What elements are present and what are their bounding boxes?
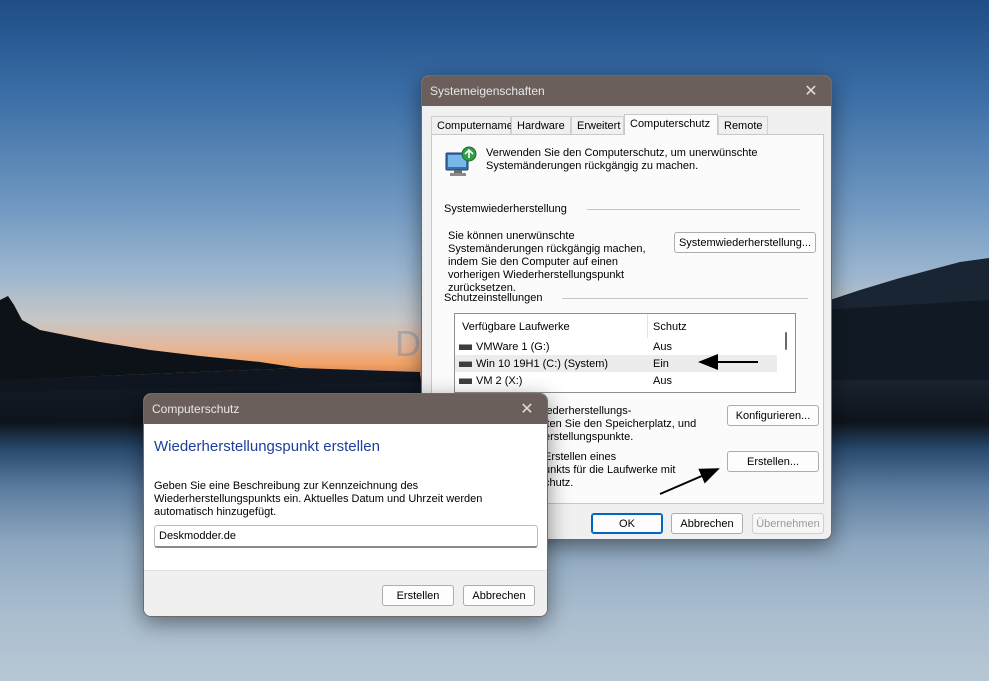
dialog-cancel-button[interactable]: Abbrechen [463, 585, 535, 606]
drive-icon [459, 360, 472, 367]
drive-row-selected[interactable]: Win 10 19H1 (C:) (System) Ein [455, 355, 777, 372]
dialog-heading: Wiederherstellungspunkt erstellen [154, 438, 380, 455]
restore-point-description-input[interactable]: Deskmodder.de [154, 525, 538, 548]
tab-erweitert[interactable]: Erweitert [571, 116, 624, 135]
dialog-title: Computerschutz [152, 402, 240, 416]
window-title: Systemeigenschaften [430, 84, 545, 98]
dialog-footer: Erstellen Abbrechen [144, 570, 547, 616]
drive-name: Win 10 19H1 (C:) (System) [476, 357, 609, 370]
drives-list[interactable]: Verfügbare Laufwerke Schutz VMWare 1 (G:… [454, 313, 796, 393]
intro-text: Verwenden Sie den Computerschutz, um une… [486, 147, 758, 172]
protection-settings-header: Schutzeinstellungen [444, 292, 808, 304]
dialog-title-bar: Computerschutz ✕ [144, 394, 547, 424]
tab-computername[interactable]: Computername [431, 116, 513, 135]
system-restore-header: Systemwiederherstellung [444, 203, 800, 215]
column-header-drives[interactable]: Verfügbare Laufwerke [462, 321, 570, 333]
drive-name: VM 2 (X:) [476, 374, 523, 387]
drive-row[interactable]: VM 2 (X:) Aus [455, 372, 777, 389]
create-button[interactable]: Erstellen... [727, 451, 819, 472]
drive-row[interactable]: VMWare 1 (G:) Aus [455, 338, 777, 355]
list-header: Verfügbare Laufwerke Schutz [455, 314, 795, 338]
drive-icon [459, 377, 472, 384]
close-icon[interactable]: ✕ [517, 399, 537, 419]
column-header-protection[interactable]: Schutz [653, 321, 687, 333]
tab-computerschutz[interactable]: Computerschutz [624, 114, 718, 135]
configure-button[interactable]: Konfigurieren... [727, 405, 819, 426]
title-bar: Systemeigenschaften ✕ [422, 76, 831, 106]
tab-remote[interactable]: Remote [718, 116, 768, 135]
system-protection-icon [444, 145, 478, 182]
system-restore-description: Sie können unerwünschte Systemänderungen… [448, 230, 646, 294]
drive-status: Ein [653, 357, 669, 370]
dialog-description: Geben Sie eine Beschreibung zur Kennzeic… [154, 480, 483, 518]
close-icon[interactable]: ✕ [801, 81, 821, 101]
drive-name: VMWare 1 (G:) [476, 340, 550, 353]
system-restore-button[interactable]: Systemwiederherstellung... [674, 232, 816, 253]
create-description: Erstellen eines unkts für die Laufwerke … [544, 451, 676, 489]
tab-hardware[interactable]: Hardware [511, 116, 571, 135]
apply-button[interactable]: Übernehmen [752, 513, 824, 534]
cancel-button[interactable]: Abbrechen [671, 513, 743, 534]
create-restore-point-dialog: Computerschutz ✕ Wiederherstellungspunkt… [143, 393, 548, 617]
list-scrollbar[interactable] [785, 332, 787, 350]
ok-button[interactable]: OK [591, 513, 663, 534]
configure-description: iederherstellungs- lten Sie den Speicher… [544, 405, 697, 443]
dialog-create-button[interactable]: Erstellen [382, 585, 454, 606]
drive-status: Aus [653, 374, 672, 387]
drive-icon [459, 343, 472, 350]
drive-status: Aus [653, 340, 672, 353]
column-separator [647, 314, 648, 338]
